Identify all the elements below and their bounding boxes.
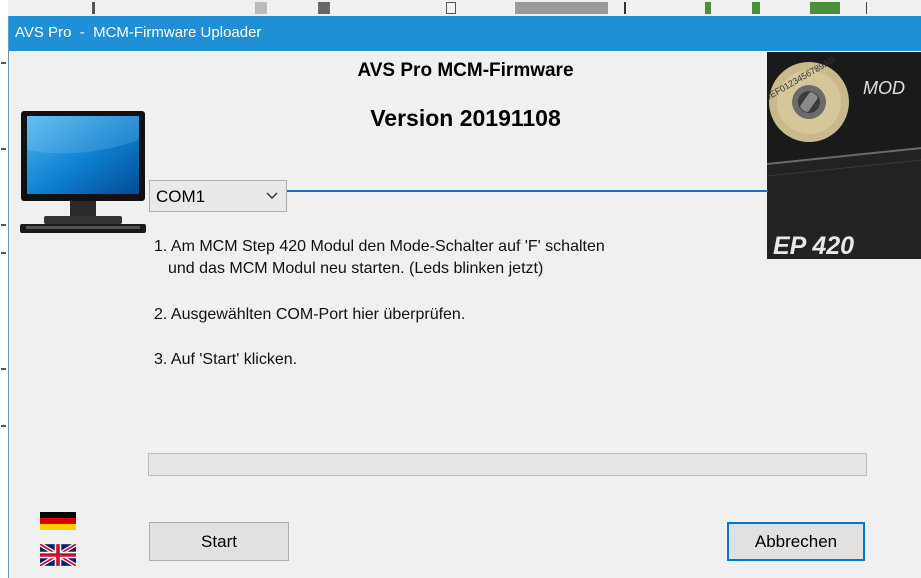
instruction-step-1: 1. Am MCM Step 420 Modul den Mode-Schalt… xyxy=(154,238,605,255)
instruction-step-3: 3. Auf 'Start' klicken. xyxy=(154,351,298,368)
cancel-button[interactable]: Abbrechen xyxy=(727,522,865,561)
monitor-icon xyxy=(20,111,146,233)
instruction-step-2: 2. Ausgewählten COM-Port hier überprüfen… xyxy=(154,306,466,323)
upload-progress-bar xyxy=(148,453,867,476)
background-desktop-edge xyxy=(0,0,8,578)
chevron-down-icon xyxy=(266,192,278,199)
uk-flag-icon[interactable] xyxy=(40,544,76,566)
instruction-step-1-continued: und das MCM Modul neu starten. (Leds bli… xyxy=(168,260,544,277)
german-flag-icon[interactable] xyxy=(40,512,76,530)
title-bar[interactable]: AVS Pro - MCM-Firmware Uploader xyxy=(9,16,921,51)
com-port-value: COM1 xyxy=(156,187,206,206)
background-desktop-strip xyxy=(0,0,921,16)
start-button[interactable]: Start xyxy=(149,522,289,561)
model-label: MOD xyxy=(863,78,905,98)
com-port-select[interactable]: COM1 xyxy=(149,180,287,212)
module-photo: CDEF0123456789AB MOD EP 420 xyxy=(767,52,921,259)
uploader-window: AVS Pro - MCM-Firmware Uploader AVS Pro … xyxy=(8,16,921,578)
step-label: EP 420 xyxy=(773,232,854,259)
port-connector-line xyxy=(274,190,768,192)
window-title: AVS Pro - MCM-Firmware Uploader xyxy=(15,24,262,41)
